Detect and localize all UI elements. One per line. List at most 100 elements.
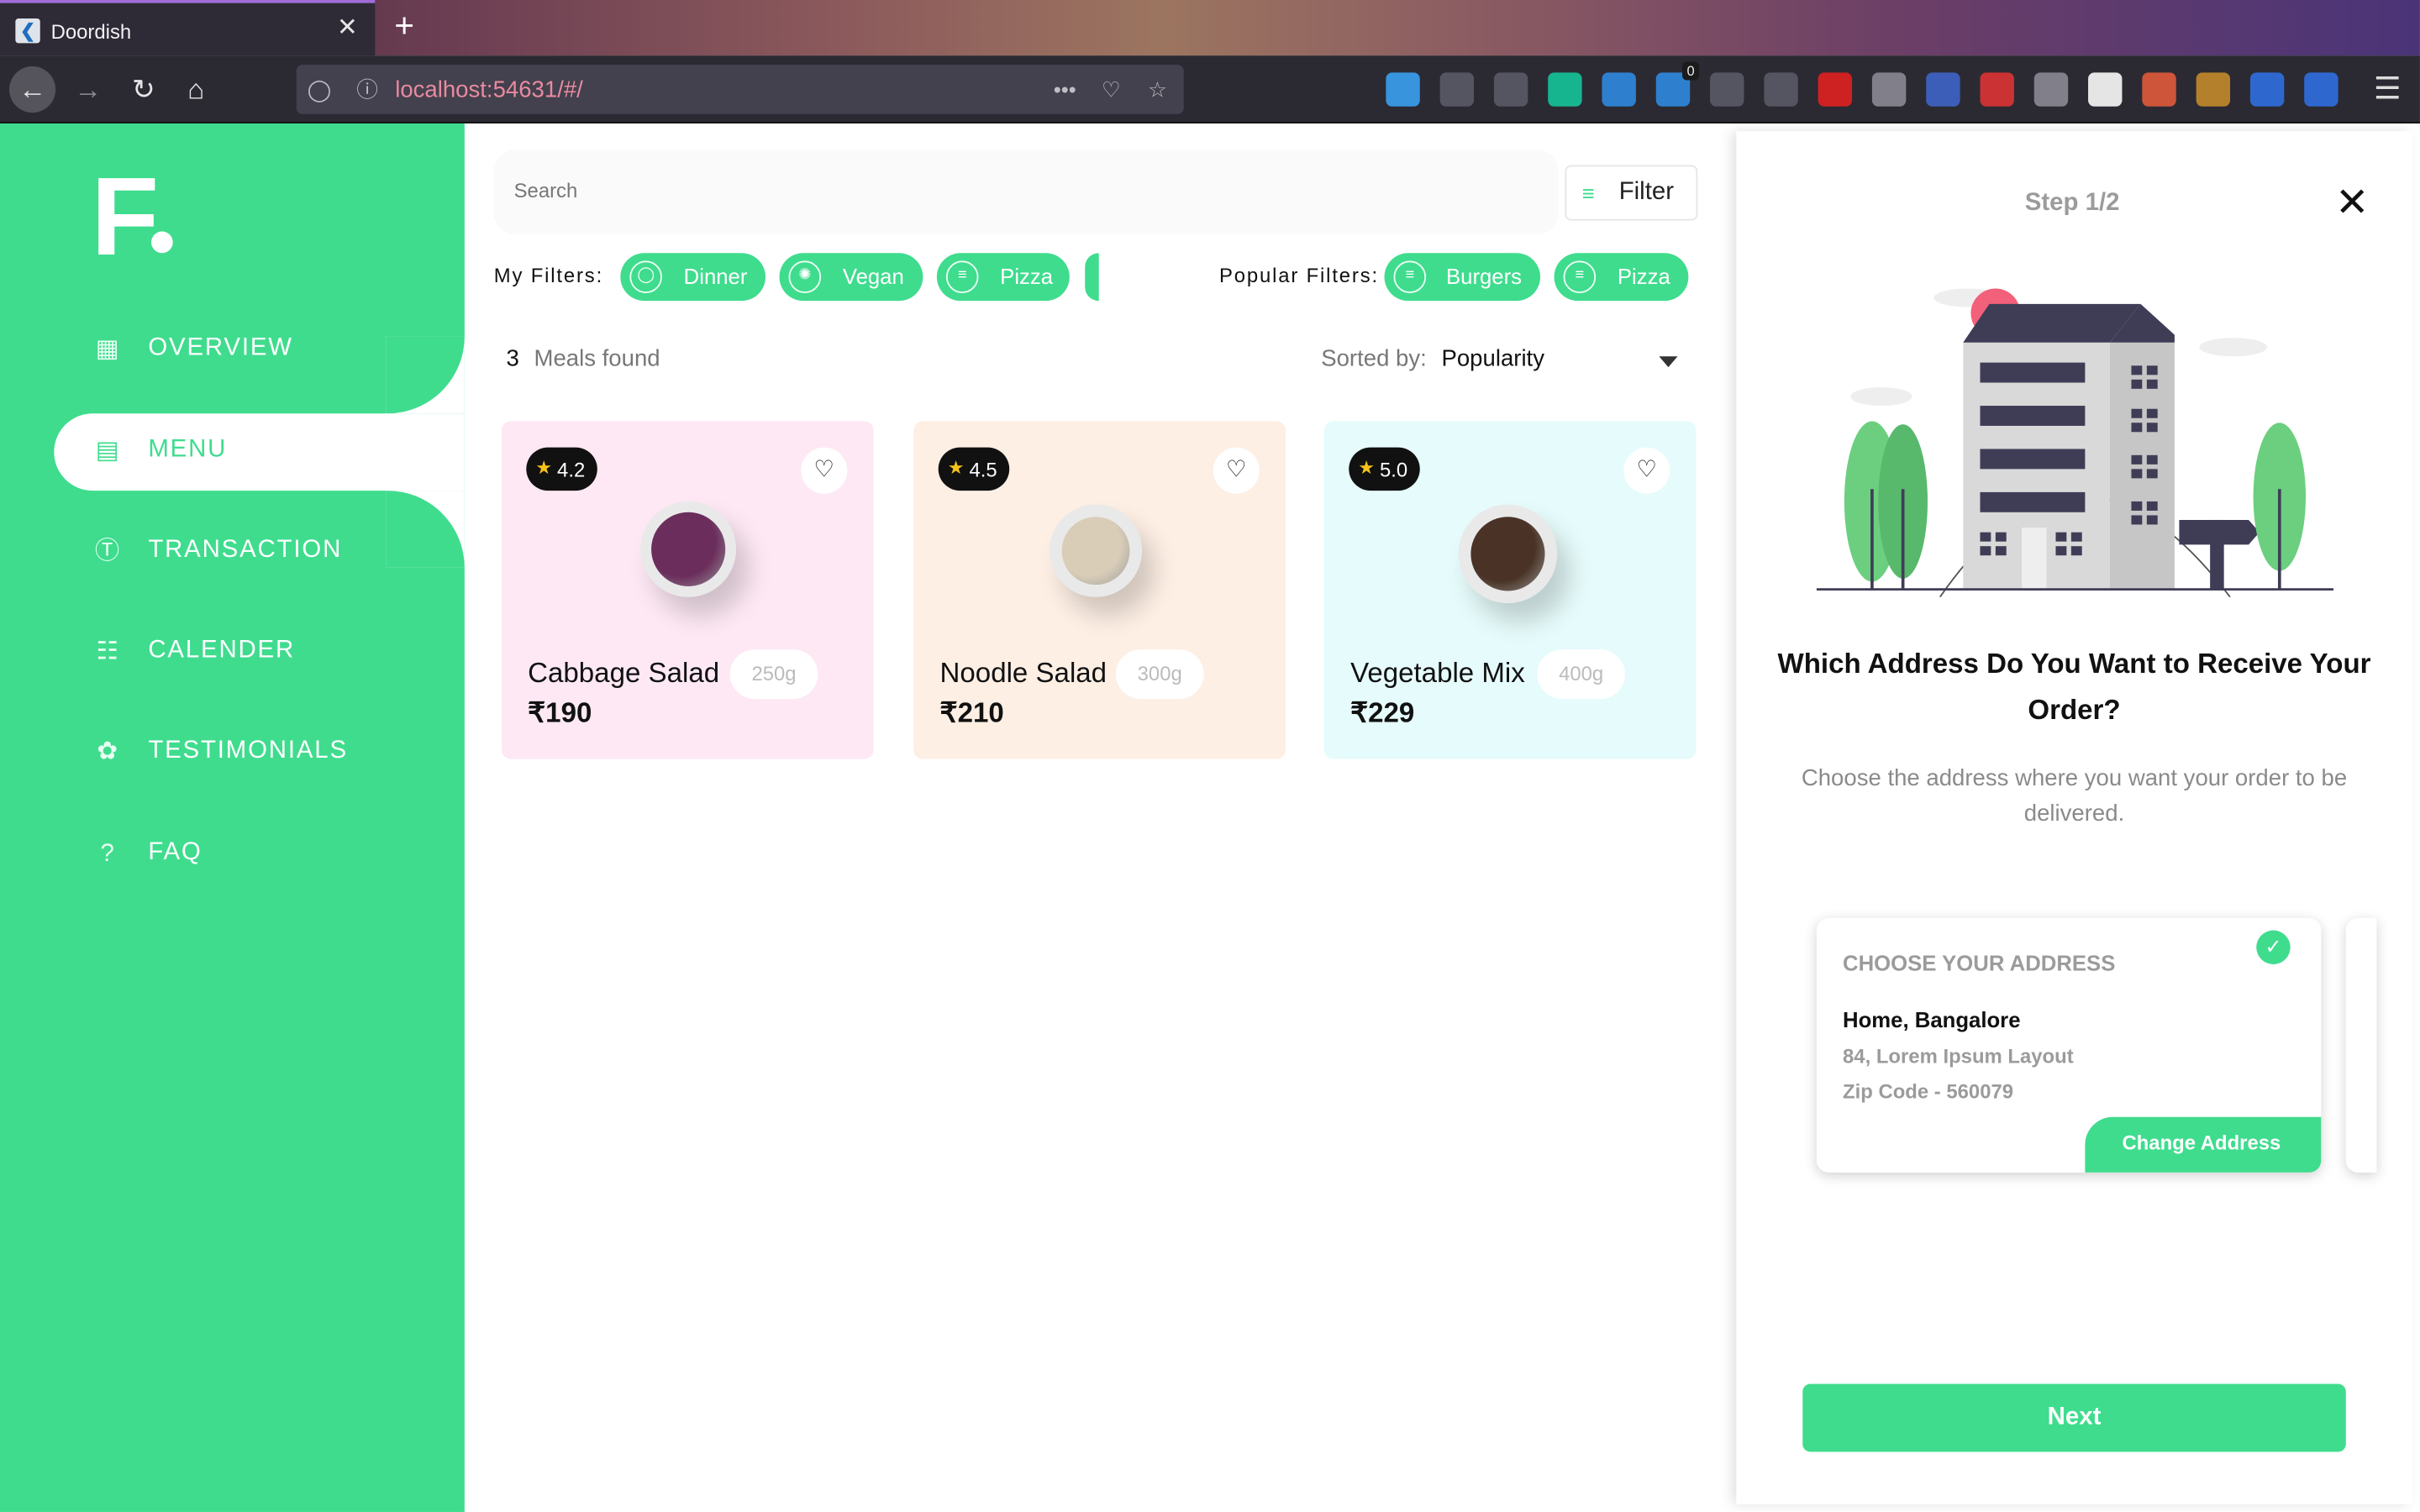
r-icon[interactable] [2304,72,2338,107]
address-name: Home, Bangalore [1843,1007,2021,1032]
eyedropper-icon[interactable] [1764,72,1798,107]
flutter-icon: ❮ [15,18,40,44]
sidebar-item-label: TESTIMONIALS [148,737,348,764]
profile-icon[interactable] [1871,72,1907,107]
address-line: 84, Lorem Ipsum Layout [1843,1044,2074,1068]
food-image [1458,504,1558,604]
meal-name: Cabbage Salad [528,657,720,689]
camera-icon[interactable] [1980,72,2014,107]
react-devtools-icon[interactable] [1710,72,1744,107]
library-icon[interactable] [1439,72,1475,107]
sidebar-item-label: FAQ [148,839,203,866]
my-filter-chip-overflow[interactable] [1085,253,1099,302]
browser-tab[interactable]: ❮ Doordish ✕ [0,0,376,56]
sidebar-item-menu[interactable]: ▤ MENU [0,412,465,492]
burger-icon: ≡ [1393,260,1427,293]
popular-filters-label: Popular Filters: [1218,264,1379,287]
heart-icon[interactable]: ♡ [1623,447,1670,494]
home-icon[interactable]: ⌂ [173,66,219,113]
meal-card[interactable]: ★ 4.5 ♡ Noodle Salad 300g ₹210 [913,421,1286,759]
filter-button[interactable]: ≡ Filter [1565,165,1698,221]
rating-value: 4.5 [969,458,997,482]
sidebar-toggle-icon[interactable] [1493,72,1528,107]
mask-icon[interactable] [1926,72,1960,107]
popular-filter-chip-pizza[interactable]: ≡ Pizza [1554,253,1689,302]
my-filter-chip-pizza[interactable]: ≡ Pizza [936,253,1070,302]
building-illustration [1816,288,2334,597]
sidebar-item-testimonials[interactable]: ✿ TESTIMONIALS [0,713,465,794]
calendar-icon: ☷ [96,638,118,665]
extension-badge: 0 [1681,61,1700,81]
change-address-label: Change Address [2122,1131,2281,1154]
sidebar-item-faq[interactable]: ? FAQ [0,815,465,895]
back-arrow-icon[interactable]: ← [9,66,56,113]
popular-filter-chip-burgers[interactable]: ≡ Burgers [1384,253,1541,302]
sort-select[interactable]: Popularity [1441,345,1544,371]
download-icon[interactable] [1386,72,1420,107]
hamburger-menu-icon[interactable]: ☰ [2370,70,2404,110]
sidebar-item-calender[interactable]: ☷ CALENDER [0,612,465,693]
meal-price: ₹229 [1350,697,1415,728]
sorted-by-label: Sorted by: [1321,345,1427,372]
heart-icon[interactable]: ♡ [1213,447,1260,494]
meal-price: ₹190 [528,697,592,728]
meal-weight: 250g [729,649,818,700]
food-image [1049,504,1143,597]
url-bar[interactable]: ◯ ⓘ localhost:54631/#/ ••• ♡ ☆ [296,65,1184,114]
star-icon: ★ [1358,456,1376,479]
step-indicator: Step 1/2 [2024,189,2120,217]
vegan-icon: ✺ [788,260,822,293]
logo-dot [150,231,173,254]
reload-icon[interactable]: ↻ [120,66,166,113]
meal-name: Noodle Salad [939,657,1107,689]
testimonial-icon: ✿ [97,738,118,766]
badge-extension-icon[interactable]: 0 [1655,61,1700,107]
cookie-icon[interactable] [2196,72,2231,107]
bookmark-star-icon[interactable]: ☆ [1142,74,1173,105]
food-fill [651,512,726,586]
shield-icon[interactable]: ◯ [304,74,335,105]
food-image [640,501,737,597]
pocket-icon[interactable]: ♡ [1096,74,1127,105]
help-icon: ? [100,841,114,868]
sidebar-item-overview[interactable]: ▦ OVERVIEW [0,310,465,391]
close-tab-icon[interactable]: ✕ [334,14,361,45]
grammarly-icon[interactable] [1548,72,1582,107]
change-address-button[interactable]: Change Address [2085,1116,2322,1173]
rating-value: 5.0 [1380,458,1408,482]
info-icon[interactable]: ⓘ [352,74,383,105]
filter-icon: ≡ [1581,180,1595,206]
new-tab-icon[interactable]: + [387,7,421,45]
extension-toolbar: 0 [1386,61,2373,108]
search-input[interactable]: Search [493,150,1560,235]
sidebar-item-label: TRANSACTION [148,537,343,564]
meal-card[interactable]: ★ 4.2 ♡ Cabbage Salad 250g ₹190 [501,421,874,759]
my-filter-chip-dinner[interactable]: ◯ Dinner [620,253,766,302]
next-button[interactable]: Next [1802,1383,2346,1452]
chevron-down-icon[interactable] [1659,356,1678,368]
gift-icon[interactable] [2142,72,2176,107]
rating-badge: ★ 4.5 [938,447,1010,491]
chip-label: Burgers [1445,264,1523,289]
meal-card[interactable]: ★ 5.0 ♡ Vegetable Mix 400g ₹229 [1323,421,1697,759]
heart-icon[interactable]: ♡ [801,447,848,494]
close-icon[interactable]: ✕ [2333,182,2370,223]
proxy-icon[interactable] [2033,72,2069,107]
forward-arrow-icon[interactable]: → [65,66,111,113]
chart-icon[interactable] [2249,72,2285,107]
chip-label: Pizza [1000,264,1054,289]
address-card[interactable]: CHOOSE YOUR ADDRESS ✓ Home, Bangalore 84… [1816,917,2322,1173]
app-logo[interactable]: F [91,162,159,273]
chip-label: Dinner [683,264,748,289]
url-text[interactable]: localhost:54631/#/ [395,77,583,103]
redux-icon[interactable] [1818,72,1853,107]
diamond-icon[interactable] [1602,72,1636,107]
sidebar-item-transaction[interactable]: Ⓣ TRANSACTION [0,512,465,593]
sidebar-item-label: OVERVIEW [148,334,293,361]
rating-badge: ★ 4.2 [526,447,597,491]
t-icon[interactable] [2088,72,2123,107]
address-card-next-peek[interactable] [2345,917,2377,1173]
my-filter-chip-vegan[interactable]: ✺ Vegan [779,253,923,302]
page-actions-icon[interactable]: ••• [1048,74,1081,105]
my-filters-label: My Filters: [493,264,604,287]
